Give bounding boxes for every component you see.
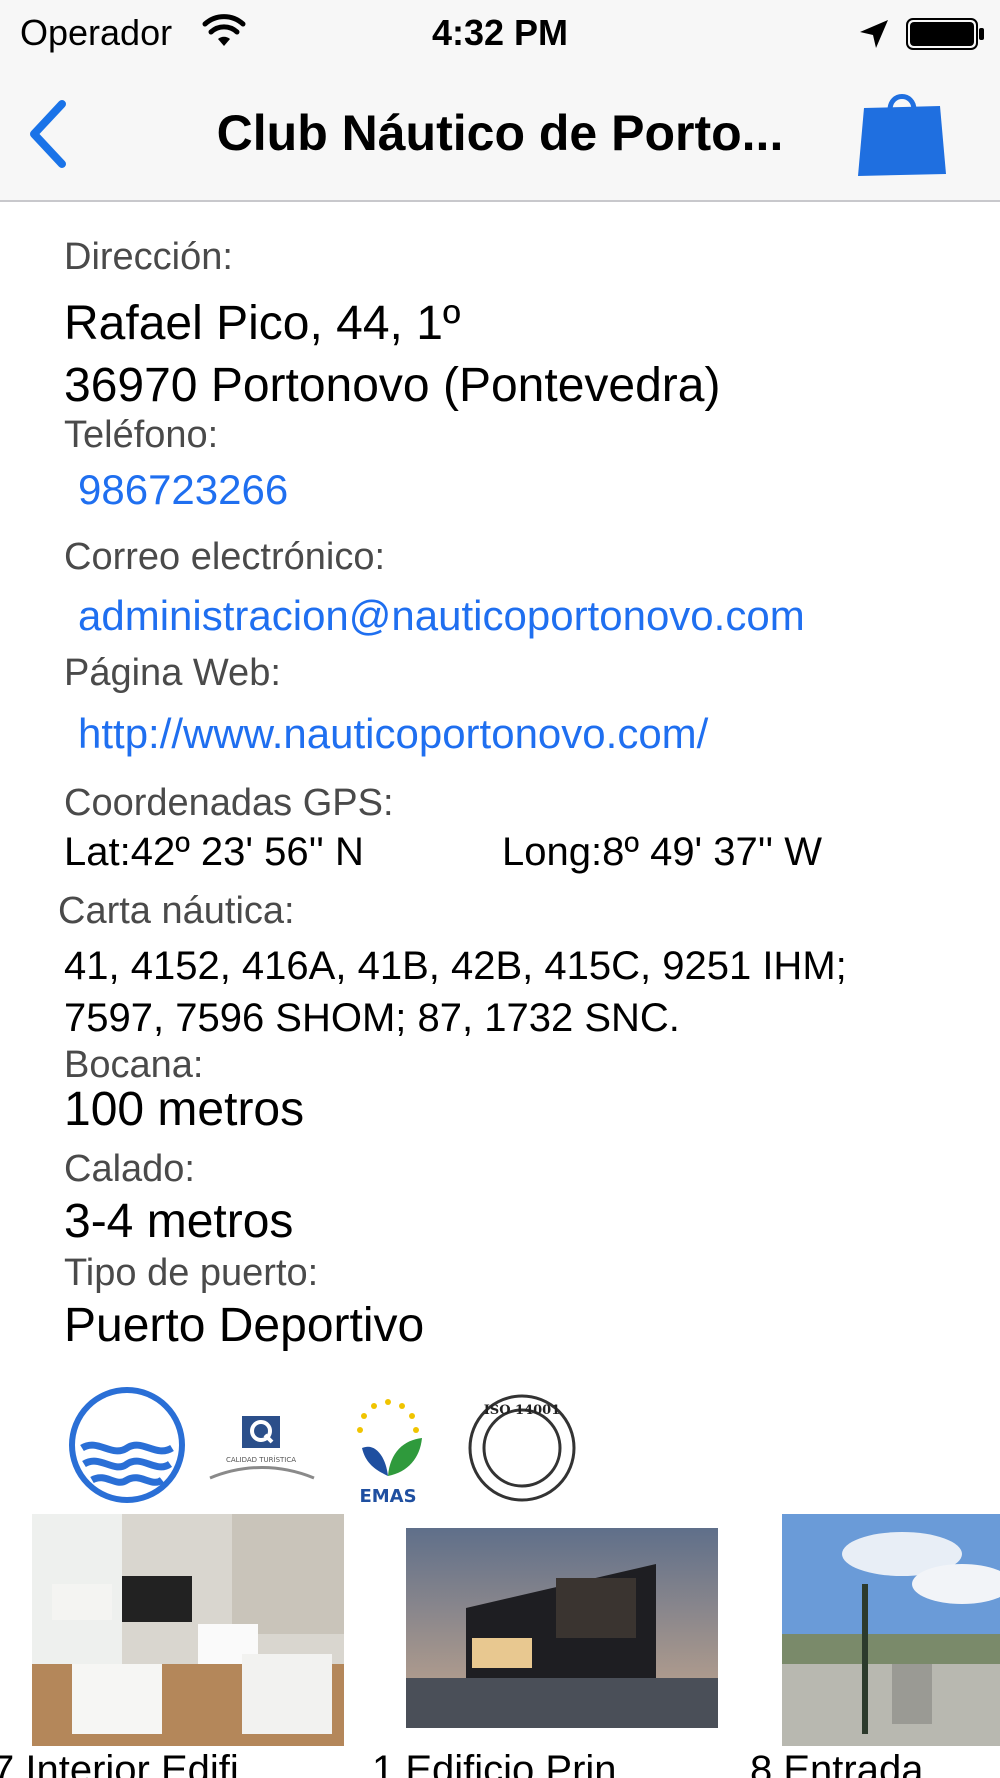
clock: 4:32 PM — [431, 12, 569, 53]
certification-logos: CALIDAD TURÍSTICA EMAS ISO 14001 — [0, 1386, 1000, 1506]
phone-link[interactable]: 986723266 — [78, 466, 288, 514]
entrance-value: 100 metros — [64, 1083, 305, 1136]
phone-label: Teléfono: — [64, 414, 219, 456]
blue-flag-icon — [69, 1387, 185, 1503]
back-chevron-icon[interactable] — [24, 98, 72, 170]
email-link[interactable]: administracion@nauticoportonovo.com — [78, 592, 805, 640]
port-type-label: Tipo de puerto: — [64, 1252, 319, 1294]
q-quality-logo: CALIDAD TURÍSTICA — [209, 1416, 315, 1480]
iso-14001-logo: ISO 14001 — [468, 1394, 576, 1502]
photo-caption-entrance: 8 Entrada... — [750, 1748, 957, 1778]
address-line-2: 36970 Portonovo (Pontevedra) — [64, 359, 721, 412]
address-line-1: Rafael Pico, 44, 1º — [64, 297, 461, 350]
photo-gallery[interactable]: 7 Interior Edifi... 1 Edificio Prin... 8… — [0, 1512, 1000, 1778]
nautical-chart-label: Carta náutica: — [58, 890, 295, 932]
website-label: Página Web: — [64, 652, 281, 694]
photo-main-building[interactable] — [406, 1528, 718, 1728]
navigation-bar: Club Náutico de Porto... — [0, 70, 1000, 202]
email-label: Correo electrónico: — [64, 536, 386, 578]
photo-interior[interactable] — [32, 1514, 344, 1746]
q-logo-caption: CALIDAD TURÍSTICA — [226, 1455, 296, 1464]
status-bar: Operador 4:32 PM — [0, 0, 1000, 70]
photo-caption-main-building: 1 Edificio Prin... — [372, 1748, 650, 1778]
page-title: Club Náutico de Porto... — [216, 105, 784, 161]
draft-label: Calado: — [64, 1148, 195, 1190]
shopping-bag-icon[interactable] — [856, 88, 950, 182]
battery-icon — [906, 18, 984, 50]
port-type-value: Puerto Deportivo — [64, 1299, 425, 1352]
photo-caption-interior: 7 Interior Edifi... — [0, 1748, 273, 1778]
iso-text: ISO 14001 — [484, 1403, 561, 1418]
gps-latitude: Lat:42º 23' 56'' N — [64, 830, 364, 874]
emas-logo: EMAS — [357, 1399, 422, 1506]
entrance-label: Bocana: — [64, 1044, 204, 1086]
website-link[interactable]: http://www.nauticoportonovo.com/ — [78, 710, 708, 758]
address-label: Dirección: — [64, 236, 233, 278]
draft-value: 3-4 metros — [64, 1195, 294, 1248]
nautical-chart-line-1: 41, 4152, 416A, 41B, 42B, 415C, 9251 IHM… — [64, 944, 847, 988]
gps-label: Coordenadas GPS: — [64, 782, 394, 824]
location-arrow-icon — [860, 20, 888, 48]
gps-longitude: Long:8º 49' 37'' W — [502, 830, 822, 874]
nautical-chart-line-2: 7597, 7596 SHOM; 87, 1732 SNC. — [64, 996, 680, 1040]
emas-text: EMAS — [359, 1486, 416, 1506]
photo-entrance[interactable] — [782, 1514, 1000, 1746]
